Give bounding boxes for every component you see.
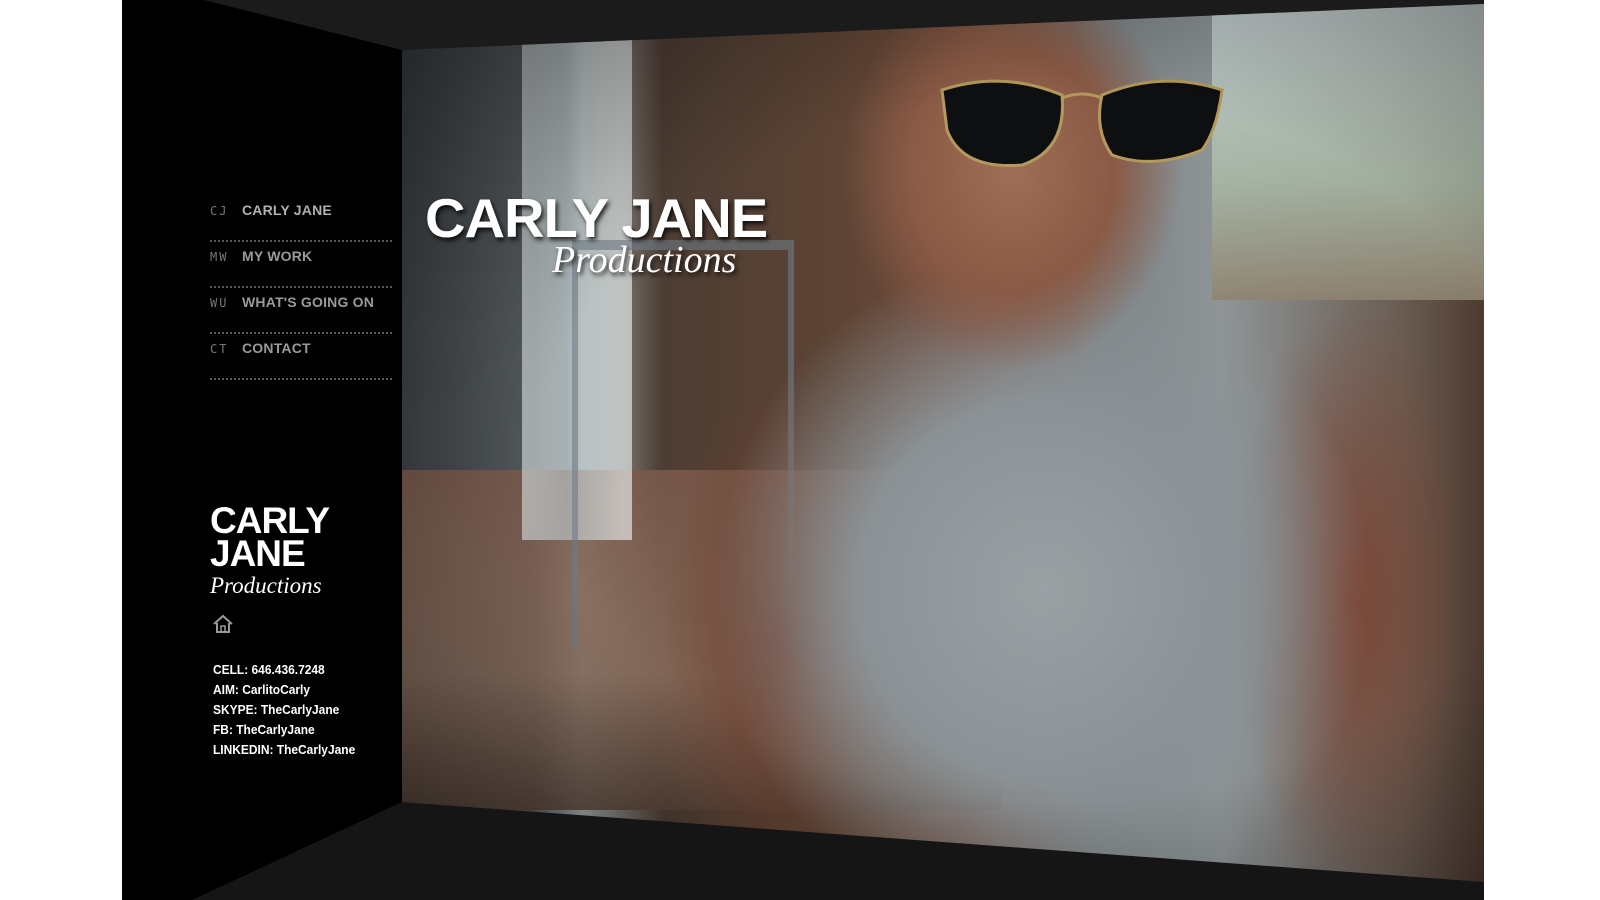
hero-photo [402,4,1484,882]
photo-vignette [402,4,1484,882]
home-icon[interactable] [212,614,234,634]
contact-skype: SKYPE: TheCarlyJane [213,702,340,717]
contact-aim: AIM: CarlitoCarly [213,682,311,697]
nav-item-my-work[interactable]: MW MY WORK [210,244,392,288]
nav-abbr: CT [210,342,229,356]
contact-info: CELL: 646.436.7248 AIM: CarlitoCarly SKY… [213,660,379,760]
main-nav: CJ CARLY JANE MW MY WORK WU WHAT'S GOING… [210,198,392,382]
site-stage [122,0,1484,900]
contact-fb: FB: TheCarlyJane [213,722,315,737]
nav-label[interactable]: CONTACT [242,338,311,356]
nav-label[interactable]: WHAT'S GOING ON [242,292,374,310]
nav-abbr: CJ [210,204,229,218]
contact-linkedin: LINKEDIN: TheCarlyJane [213,742,356,757]
nav-label[interactable]: MY WORK [242,246,312,264]
nav-item-carly-jane[interactable]: CJ CARLY JANE [210,198,392,242]
nav-label[interactable]: CARLY JANE [242,200,332,218]
hero-logo: CARLY JANE Productions [425,188,805,280]
sidebar-logo-title: CARLY JANE [210,500,329,574]
sidebar-logo-subtitle: Productions [210,573,322,598]
hero-title: CARLY JANE [425,187,768,249]
nav-abbr: MW [210,250,229,264]
contact-cell: CELL: 646.436.7248 [213,662,325,677]
nav-item-whats-going-on[interactable]: WU WHAT'S GOING ON [210,290,392,334]
nav-item-contact[interactable]: CT CONTACT [210,336,392,380]
sidebar-logo: CARLY JANE Productions [210,500,360,600]
nav-abbr: WU [210,296,229,310]
